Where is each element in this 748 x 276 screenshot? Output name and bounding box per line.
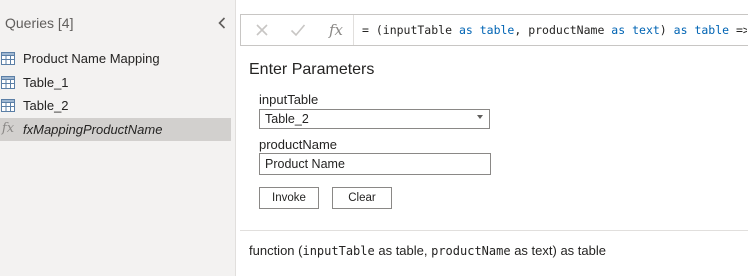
query-item-product-name-mapping[interactable]: Product Name Mapping [0, 47, 231, 71]
fx-icon[interactable]: fx [321, 19, 351, 41]
parameters-title: Enter Parameters [249, 61, 375, 78]
function-icon: fx [1, 121, 15, 137]
chevron-left-icon[interactable] [214, 14, 230, 32]
table-icon [1, 52, 15, 66]
input-table-selected-value: Table_2 [265, 112, 309, 126]
formula-bar: fx = (inputTable as table, productName a… [240, 14, 748, 46]
query-item-table-1[interactable]: Table_1 [0, 71, 231, 95]
formula-text[interactable]: = (inputTable as table, productName as t… [362, 15, 747, 45]
product-name-label: productName [259, 137, 338, 152]
query-item-fxmappingproductname[interactable]: fx fxMappingProductName [0, 117, 231, 141]
product-name-input[interactable] [259, 153, 491, 175]
table-icon [1, 75, 15, 89]
query-label: Table_2 [23, 98, 69, 114]
input-table-label: inputTable [259, 92, 319, 107]
formula-separator [353, 15, 354, 45]
table-icon [1, 99, 15, 113]
divider [240, 230, 748, 231]
clear-button[interactable]: Clear [332, 187, 392, 209]
query-list: Product Name Mapping Table_1 Table_2 fx … [0, 47, 231, 141]
query-label: Product Name Mapping [23, 51, 160, 67]
input-table-select[interactable]: Table_2 [259, 109, 490, 129]
chevron-down-icon [477, 115, 483, 119]
queries-pane: Queries [4] Product Name Mapping Table_1… [0, 0, 236, 276]
function-signature: function (inputTable as table, productNa… [249, 243, 606, 258]
queries-header: Queries [4] [5, 15, 74, 31]
invoke-button[interactable]: Invoke [259, 187, 319, 209]
query-label: fxMappingProductName [23, 121, 163, 137]
query-label: Table_1 [23, 74, 69, 90]
checkmark-icon[interactable] [281, 15, 315, 45]
close-icon[interactable] [245, 15, 279, 45]
query-item-table-2[interactable]: Table_2 [0, 94, 231, 118]
